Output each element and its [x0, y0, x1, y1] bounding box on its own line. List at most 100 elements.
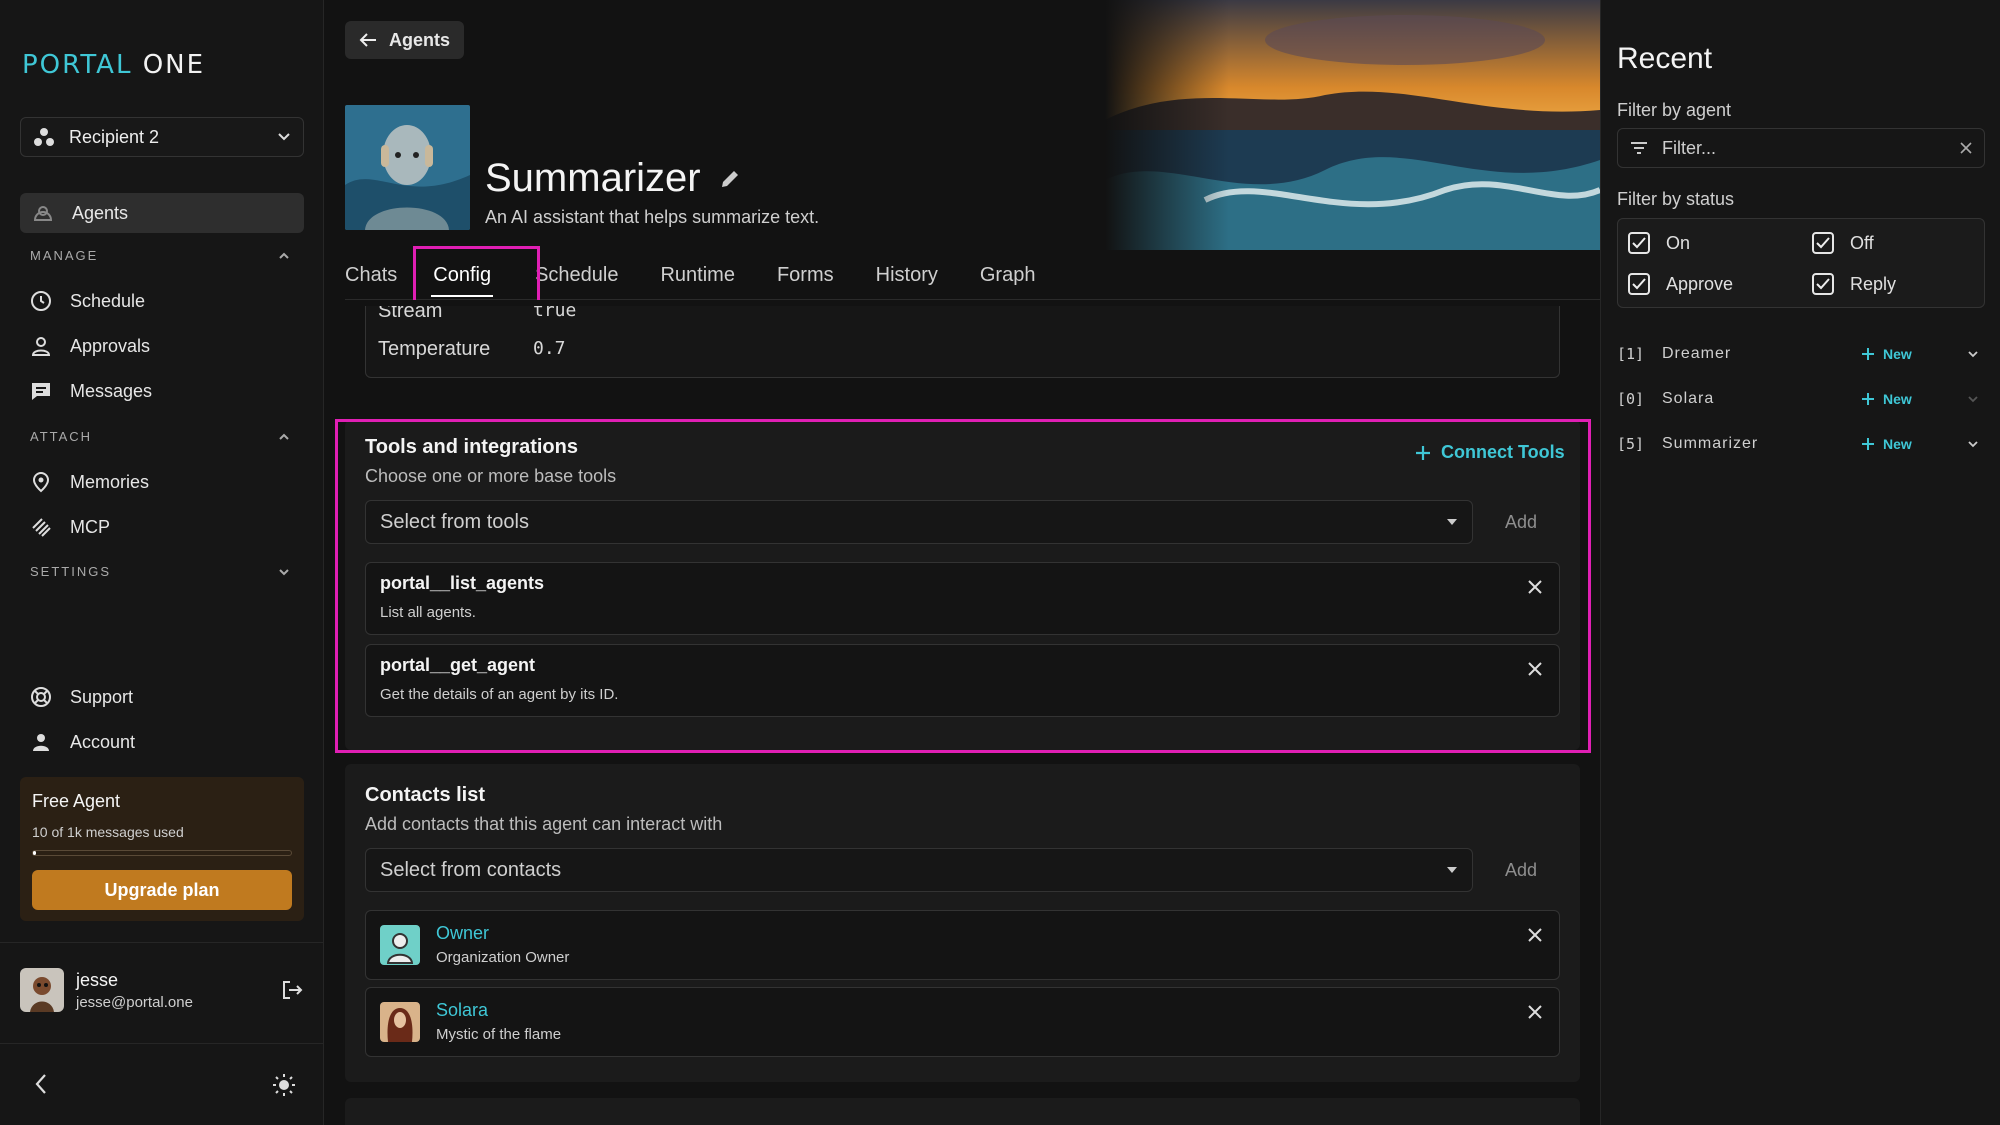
sidebar-divider: [0, 1043, 324, 1044]
chevron-down-icon[interactable]: [1967, 395, 1979, 403]
filter-status-label: Filter by status: [1617, 189, 1735, 209]
tab-runtime[interactable]: Runtime: [660, 250, 734, 299]
checkbox-label: Approve: [1666, 273, 1734, 294]
tab-chats[interactable]: Chats: [345, 250, 397, 299]
agent-name-text: Summarizer: [485, 156, 701, 200]
user-icon: [33, 734, 49, 751]
recent-agent-row[interactable]: [0] Solara New: [1617, 388, 1985, 410]
sidebar-item-mcp[interactable]: MCP: [30, 516, 110, 538]
sidebar-item-schedule[interactable]: Schedule: [30, 290, 145, 312]
sidebar-item-messages[interactable]: Messages: [30, 380, 152, 402]
param-temperature: Temperature 0.7: [378, 338, 566, 361]
chevron-up-icon: [279, 433, 289, 440]
sidebar-item-label: Agents: [72, 202, 129, 223]
tab-forms[interactable]: Forms: [777, 250, 834, 299]
agent-avatar-image[interactable]: [345, 105, 470, 230]
status-checkbox-approve[interactable]: Approve: [1628, 273, 1733, 295]
portal-one-logo[interactable]: PORTAL ONE: [22, 50, 205, 80]
logout-icon[interactable]: [280, 978, 304, 1002]
recent-row-index: [1]: [1617, 345, 1645, 363]
checkbox-icon: [1628, 232, 1650, 254]
param-key: Temperature: [378, 338, 491, 360]
sidebar-item-label: Schedule: [70, 290, 146, 311]
user-check-icon: [31, 337, 51, 356]
recent-row-name: Summarizer: [1662, 435, 1759, 452]
tools-section-highlight: [335, 419, 1591, 753]
recipients-icon: [34, 128, 54, 146]
upgrade-plan-button[interactable]: Upgrade plan: [32, 870, 292, 910]
recent-row-index: [5]: [1617, 435, 1645, 453]
contacts-select[interactable]: Select from contacts: [365, 848, 1473, 892]
attach-section-header[interactable]: ATTACH: [30, 429, 290, 444]
sidebar-item-label: MCP: [70, 516, 110, 537]
logo-part-portal: PORTAL: [22, 50, 133, 80]
status-checkbox-reply[interactable]: Reply: [1812, 273, 1896, 295]
tab-history[interactable]: History: [876, 250, 938, 299]
contact-description: Organization Owner: [436, 949, 570, 966]
plan-title: Free Agent: [32, 791, 121, 811]
user-avatar[interactable]: [20, 968, 64, 1012]
chevron-down-icon[interactable]: [1967, 440, 1979, 448]
sidebar-item-agents[interactable]: Agents: [20, 193, 304, 233]
sidebar-item-account[interactable]: Account: [30, 731, 135, 753]
chevron-down-icon[interactable]: [1967, 350, 1979, 358]
sidebar-divider: [0, 942, 324, 943]
param-value: 0.7: [533, 338, 566, 359]
contact-name[interactable]: Solara: [436, 1000, 488, 1021]
user-profile: jesse jesse@portal.one: [20, 968, 304, 1012]
new-chat-button[interactable]: New: [1861, 436, 1912, 452]
contact-avatar: [380, 1002, 420, 1042]
recent-row-name: Solara: [1662, 390, 1715, 407]
plus-icon: [1862, 393, 1874, 405]
new-chat-button[interactable]: New: [1861, 391, 1912, 407]
sidebar: PORTAL ONE Recipient 2 Agents MANAGE Sch…: [0, 0, 324, 1125]
chevron-down-icon: [279, 568, 289, 575]
settings-section-header[interactable]: SETTINGS: [30, 564, 290, 579]
contact-item: Solara Mystic of the flame: [365, 987, 1560, 1057]
status-filter-box: On Off Approve Reply: [1617, 218, 1985, 308]
contacts-section: Contacts list Add contacts that this age…: [345, 764, 1580, 1082]
edit-pencil-icon[interactable]: [719, 168, 741, 190]
recipient-selector[interactable]: Recipient 2: [20, 117, 304, 157]
sidebar-item-memories[interactable]: Memories: [30, 471, 149, 493]
tab-schedule[interactable]: Schedule: [535, 250, 618, 299]
checkbox-icon: [1812, 273, 1834, 295]
collapse-sidebar-icon[interactable]: [34, 1073, 48, 1095]
theme-toggle-icon[interactable]: [272, 1073, 296, 1097]
sidebar-item-support[interactable]: Support: [30, 686, 133, 708]
clear-filter-icon[interactable]: [1960, 142, 1972, 154]
model-params-box: Stream true Temperature 0.7: [365, 300, 1560, 378]
recent-agent-row[interactable]: [1] Dreamer New: [1617, 343, 1985, 365]
chevron-up-icon: [279, 252, 289, 259]
back-to-agents-button[interactable]: Agents: [345, 21, 465, 59]
tab-graph[interactable]: Graph: [980, 250, 1036, 299]
manage-section-header[interactable]: MANAGE: [30, 248, 290, 263]
checkbox-icon: [1812, 232, 1834, 254]
attach-header-label: ATTACH: [30, 429, 93, 444]
status-checkbox-on[interactable]: On: [1628, 232, 1690, 254]
sidebar-item-approvals[interactable]: Approvals: [30, 335, 150, 357]
tab-bar-scroll-edge: [345, 300, 1580, 306]
hero-banner-image: [1105, 0, 1600, 250]
remove-contact-icon[interactable]: [1527, 1004, 1543, 1020]
recent-panel: Recent Filter by agent Filter... Filter …: [1600, 0, 2000, 1125]
plus-icon: [1862, 348, 1874, 360]
plan-usage-card: Free Agent 10 of 1k messages used Upgrad…: [20, 777, 304, 921]
manage-header-label: MANAGE: [30, 248, 99, 263]
recent-agent-row[interactable]: [5] Summarizer New: [1617, 433, 1985, 455]
sidebar-item-label: Messages: [70, 380, 153, 401]
contact-name[interactable]: Owner: [436, 923, 489, 944]
contacts-title: Contacts list: [365, 784, 486, 806]
remove-contact-icon[interactable]: [1527, 927, 1543, 943]
usage-progress-fill: [33, 851, 36, 855]
status-checkbox-off[interactable]: Off: [1812, 232, 1874, 254]
contact-description: Mystic of the flame: [436, 1026, 562, 1043]
new-chat-button[interactable]: New: [1861, 346, 1912, 362]
agent-description: An AI assistant that helps summarize tex…: [485, 207, 820, 227]
filter-agent-input[interactable]: Filter...: [1617, 128, 1985, 168]
filter-placeholder: Filter...: [1662, 137, 1717, 158]
filter-agent-label: Filter by agent: [1617, 100, 1732, 120]
user-email: jesse@portal.one: [76, 993, 193, 1011]
add-contact-button[interactable]: Add: [1505, 860, 1537, 881]
lifebuoy-icon: [31, 687, 51, 707]
